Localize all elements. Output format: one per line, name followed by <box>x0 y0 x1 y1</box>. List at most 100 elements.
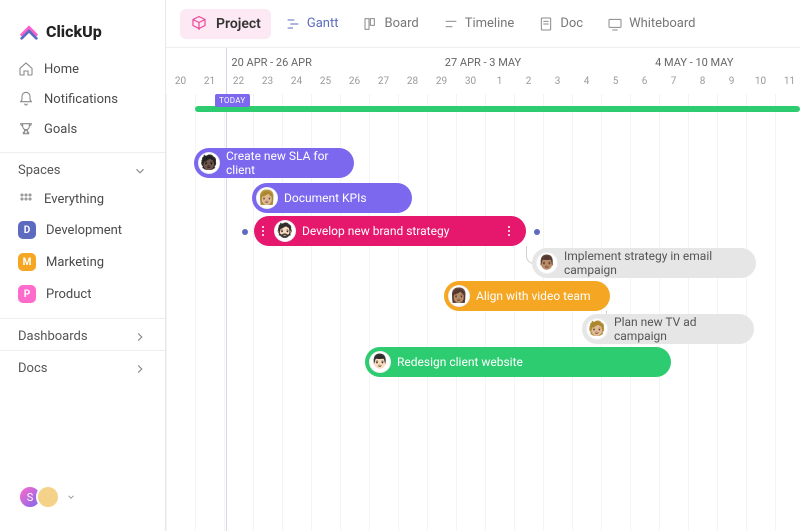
assignee-avatar: 👩🏽 <box>448 285 470 307</box>
tab-label: Board <box>385 16 419 31</box>
dependency-handle[interactable] <box>242 229 248 235</box>
week-label: 20 APR - 26 APR <box>166 48 377 72</box>
assignee-avatar: 👩🏼 <box>256 187 278 209</box>
tab-doc[interactable]: Doc <box>528 10 593 38</box>
day-cell: 20 <box>166 72 195 94</box>
space-badge: D <box>18 221 36 239</box>
space-name: Marketing <box>46 255 104 270</box>
section-docs-label: Docs <box>18 361 47 376</box>
dependency-handle[interactable] <box>534 229 540 235</box>
day-cell: 1 <box>485 72 514 94</box>
timeline-icon <box>443 16 459 32</box>
task-label: Document KPIs <box>284 191 367 205</box>
nav-home[interactable]: Home <box>0 54 165 84</box>
tab-label: Gantt <box>307 16 339 31</box>
trophy-icon <box>18 121 34 137</box>
nav-goals[interactable]: Goals <box>0 114 165 144</box>
day-cell: 3 <box>543 72 572 94</box>
tab-board[interactable]: Board <box>353 10 429 38</box>
day-cell: 22 <box>224 72 253 94</box>
day-cell: 8 <box>688 72 717 94</box>
gantt-task-bar[interactable]: 👩🏽Align with video team <box>444 281 610 311</box>
project-name: Project <box>216 16 261 32</box>
gantt-task-bar[interactable]: 👨🏻 Redesign client website <box>365 347 671 377</box>
assignee-avatar: 👨🏻 <box>369 351 391 373</box>
brand-logo[interactable]: ClickUp <box>0 12 165 54</box>
assignee-avatar: 🧑🏼 <box>586 318 608 340</box>
gantt-task-bar[interactable]: 👩🏼 Document KPIs <box>252 183 412 213</box>
today-badge: TODAY <box>215 94 250 107</box>
task-label: Redesign client website <box>397 355 523 369</box>
sidebar: ClickUp Home Notifications Goals Spaces … <box>0 0 166 531</box>
day-cell: 6 <box>630 72 659 94</box>
section-dashboards-label: Dashboards <box>18 329 88 344</box>
task-label: Plan new TV ad campaign <box>614 315 742 343</box>
whiteboard-icon <box>607 16 623 32</box>
clickup-icon <box>18 20 40 42</box>
main-area: Project Gantt Board Timeline Doc Whitebo… <box>166 0 800 531</box>
gantt-icon <box>285 16 301 32</box>
summary-bar <box>195 106 800 112</box>
day-cell: 30 <box>456 72 485 94</box>
sidebar-item-development[interactable]: D Development <box>0 214 165 246</box>
topbar: Project Gantt Board Timeline Doc Whitebo… <box>166 0 800 48</box>
sidebar-item-marketing[interactable]: M Marketing <box>0 246 165 278</box>
nav-notifications[interactable]: Notifications <box>0 84 165 114</box>
section-dashboards[interactable]: Dashboards <box>0 318 165 350</box>
sidebar-item-everything[interactable]: Everything <box>0 184 165 214</box>
chevron-down-icon <box>133 164 147 178</box>
tab-label: Whiteboard <box>629 16 695 31</box>
sidebar-item-product[interactable]: P Product <box>0 278 165 310</box>
week-header: 20 APR - 26 APR 27 APR - 3 MAY 4 MAY - 1… <box>166 48 800 72</box>
assignee-avatar: 👨🏽 <box>536 252 558 274</box>
gantt-chart[interactable]: 20 APR - 26 APR 27 APR - 3 MAY 4 MAY - 1… <box>166 48 800 531</box>
home-icon <box>18 61 34 77</box>
day-cell: 29 <box>427 72 456 94</box>
everything-label: Everything <box>44 192 104 207</box>
task-label: Implement strategy in email campaign <box>564 249 744 277</box>
brand-name: ClickUp <box>46 22 102 41</box>
chevron-right-icon <box>133 362 147 376</box>
board-icon <box>363 16 379 32</box>
gantt-task-bar[interactable]: 🧑🏿Create new SLA for client <box>194 148 354 178</box>
day-cell: 28 <box>398 72 427 94</box>
space-badge: M <box>18 253 36 271</box>
tab-gantt[interactable]: Gantt <box>275 10 349 38</box>
bell-icon <box>18 91 34 107</box>
week-label: 4 MAY - 10 MAY <box>589 48 800 72</box>
space-badge: P <box>18 285 36 303</box>
tab-whiteboard[interactable]: Whiteboard <box>597 10 705 38</box>
drag-handle-icon[interactable] <box>504 226 514 236</box>
day-cell: 23 <box>253 72 282 94</box>
gantt-task-bar[interactable]: 🧔🏻Develop new brand strategy <box>254 216 526 246</box>
doc-icon <box>538 16 554 32</box>
day-cell: 5 <box>601 72 630 94</box>
gantt-task-bar[interactable]: 👨🏽 Implement strategy in email campaign <box>532 248 756 278</box>
avatar <box>36 485 60 509</box>
tab-label: Doc <box>560 16 583 31</box>
project-selector[interactable]: Project <box>180 9 271 39</box>
section-spaces[interactable]: Spaces <box>0 152 165 184</box>
day-cell: 11 <box>775 72 800 94</box>
day-cell: 4 <box>572 72 601 94</box>
gantt-task-bar[interactable]: 🧑🏼 Plan new TV ad campaign <box>582 314 754 344</box>
day-cell: 24 <box>282 72 311 94</box>
day-cell: 2 <box>514 72 543 94</box>
chevron-right-icon <box>133 330 147 344</box>
day-cell: 27 <box>369 72 398 94</box>
chevron-down-icon <box>66 492 76 502</box>
nav-home-label: Home <box>44 62 79 77</box>
tab-timeline[interactable]: Timeline <box>433 10 525 38</box>
week-label: 27 APR - 3 MAY <box>377 48 588 72</box>
grid-icon <box>18 191 34 207</box>
assignee-avatar: 🧔🏻 <box>274 220 296 242</box>
nav-notifications-label: Notifications <box>44 92 118 107</box>
day-cell: 25 <box>311 72 340 94</box>
drag-handle-icon[interactable] <box>258 226 268 236</box>
user-avatar-stack[interactable]: S <box>0 475 165 519</box>
today-line <box>226 48 227 531</box>
day-cell: 10 <box>746 72 775 94</box>
section-docs[interactable]: Docs <box>0 350 165 382</box>
day-header: 2021222324252627282930123456789101112 <box>166 72 800 94</box>
day-cell: 21 <box>195 72 224 94</box>
